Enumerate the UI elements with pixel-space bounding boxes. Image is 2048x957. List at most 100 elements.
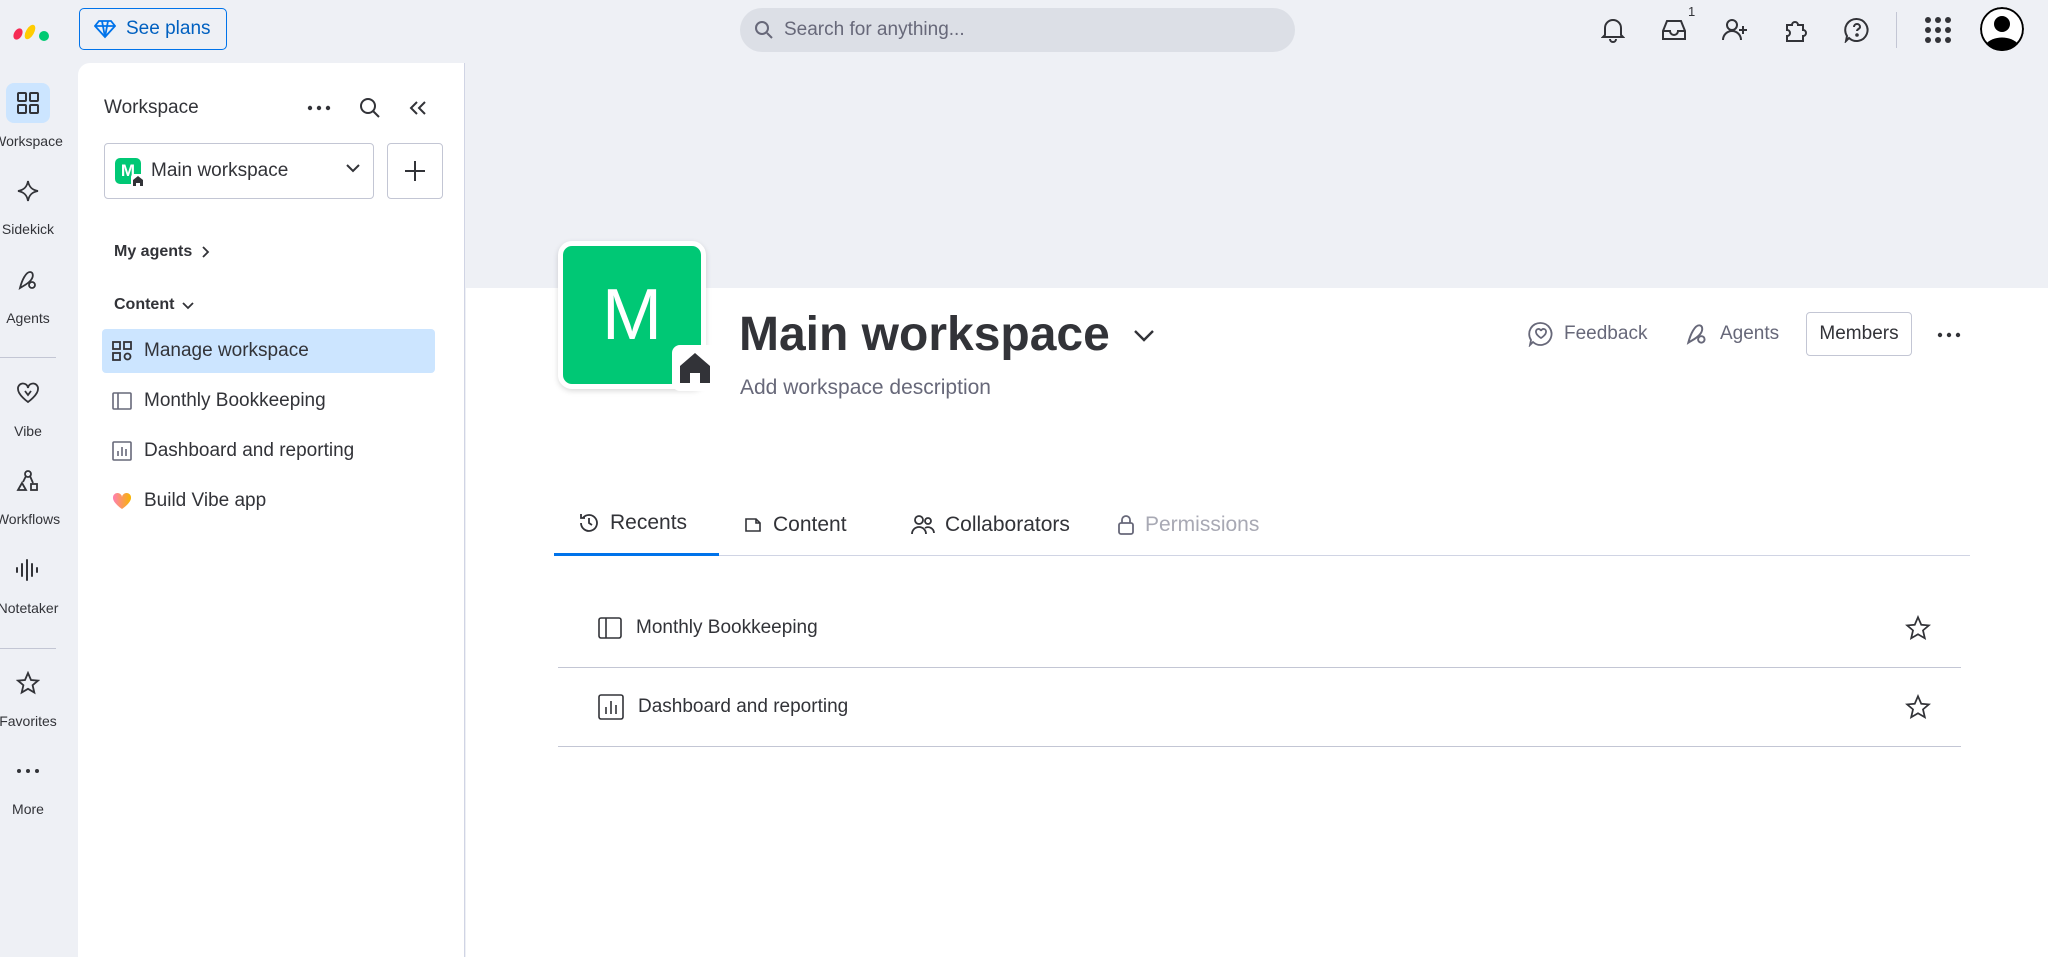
rail-item-vibe[interactable]: Vibe (0, 373, 56, 439)
members-button[interactable]: Members (1806, 312, 1912, 356)
rail-divider (0, 648, 56, 649)
agent-icon (6, 260, 50, 300)
dashboard-icon (598, 694, 624, 720)
sidebar-item-manage-workspace[interactable]: Manage workspace (102, 329, 435, 373)
rail-label: Workflows (0, 511, 61, 527)
search-icon[interactable] (355, 93, 385, 123)
agent-icon (1686, 324, 1706, 345)
tab-permissions[interactable]: Permissions (1093, 493, 1283, 556)
workspace-sidebar: Workspace M Main workspace My agents Con… (78, 63, 465, 957)
workspace-name: Main workspace (151, 160, 289, 181)
recent-item[interactable]: Monthly Bookkeeping (558, 589, 1961, 668)
top-bar: See plans 1 (0, 0, 2048, 63)
grid-icon (6, 83, 50, 123)
rail-item-notetaker[interactable]: Notetaker (0, 550, 58, 616)
manage-icon (112, 341, 132, 361)
home-icon (131, 174, 145, 188)
chevron-right-icon (202, 246, 210, 258)
tab-collaborators[interactable]: Collaborators (887, 493, 1094, 556)
recent-item-label: Monthly Bookkeeping (636, 617, 818, 638)
rail-label: More (12, 801, 44, 817)
rail-label: Sidekick (1, 221, 55, 237)
workspace-description[interactable]: Add workspace description (740, 376, 991, 400)
home-icon (672, 345, 718, 391)
workspace-selector[interactable]: M Main workspace (104, 143, 374, 199)
heart-icon (6, 373, 50, 413)
sparkle-icon (6, 171, 50, 211)
diamond-icon (94, 20, 116, 39)
my-agents-section[interactable]: My agents (114, 243, 210, 261)
waveform-icon (6, 550, 50, 590)
tab-label: Permissions (1145, 512, 1260, 536)
more-options-icon[interactable] (1934, 320, 1964, 350)
workflow-icon (6, 461, 50, 501)
user-avatar[interactable] (1980, 7, 2024, 51)
content-icon (745, 517, 761, 532)
tab-recents[interactable]: Recents (554, 493, 719, 556)
search-input[interactable] (784, 19, 1264, 41)
chevron-down-icon (346, 164, 360, 173)
add-item-button[interactable] (387, 143, 443, 199)
invite-members-icon[interactable] (1717, 12, 1753, 48)
topbar-divider (1896, 12, 1897, 48)
chevron-down-icon (182, 302, 195, 310)
collapse-sidebar-icon[interactable] (403, 93, 433, 123)
tab-label: Collaborators (945, 512, 1070, 536)
sidebar-item-label: Build Vibe app (144, 490, 267, 511)
star-icon[interactable] (1905, 615, 1931, 641)
help-icon[interactable] (1839, 12, 1875, 48)
monday-logo[interactable] (12, 18, 52, 42)
notifications-bell-icon[interactable] (1595, 12, 1631, 48)
collaborators-icon (911, 514, 935, 534)
workspace-avatar-initial: M (602, 275, 662, 355)
recent-item[interactable]: Dashboard and reporting (558, 668, 1961, 747)
see-plans-button[interactable]: See plans (79, 8, 227, 50)
tab-label: Content (773, 512, 847, 536)
lock-icon (1118, 514, 1134, 535)
star-icon (6, 663, 50, 703)
feedback-button[interactable]: Feedback (1528, 312, 1647, 356)
rail-label: Agents (6, 310, 50, 326)
rail-item-agents[interactable]: Agents (0, 260, 56, 326)
rail-item-workspace[interactable]: Workspace (0, 83, 63, 149)
rail-item-more[interactable]: More (0, 751, 56, 817)
rail-label: Favorites (0, 713, 57, 729)
sidebar-item-label: Manage workspace (144, 340, 309, 361)
content-label: Content (114, 296, 175, 313)
rail-label: Workspace (0, 133, 63, 149)
sidebar-item-monthly-bookkeeping[interactable]: Monthly Bookkeeping (102, 379, 435, 423)
sidebar-item-dashboard-and-reporting[interactable]: Dashboard and reporting (102, 429, 435, 473)
content-section[interactable]: Content (114, 296, 195, 314)
rail-item-favorites[interactable]: Favorites (0, 663, 57, 729)
rail-divider (0, 357, 56, 358)
recent-item-label: Dashboard and reporting (638, 696, 849, 717)
workspace-title-text: Main workspace (739, 308, 1110, 361)
agents-button[interactable]: Agents (1684, 312, 1779, 356)
plus-icon (405, 161, 425, 181)
sidebar-item-label: Dashboard and reporting (144, 440, 355, 461)
sidebar-item-build-vibe-app[interactable]: Build Vibe app (102, 479, 435, 523)
integrations-puzzle-icon[interactable] (1778, 12, 1814, 48)
history-icon (580, 514, 598, 532)
search-icon (755, 21, 773, 39)
rail-item-workflows[interactable]: Workflows (0, 461, 60, 527)
tab-label: Recents (610, 511, 688, 534)
rail-label: Vibe (14, 423, 42, 439)
sidebar-item-label: Monthly Bookkeeping (144, 390, 326, 411)
tab-content[interactable]: Content (719, 493, 871, 556)
members-label: Members (1819, 323, 1899, 344)
heart-icon (112, 492, 132, 509)
inbox-icon[interactable] (1656, 12, 1692, 48)
my-agents-label: My agents (114, 243, 193, 260)
dashboard-icon (112, 441, 132, 461)
left-rail: Workspace Sidekick Agents Vibe Workflows… (0, 63, 78, 957)
feedback-icon (1528, 322, 1553, 347)
chevron-down-icon[interactable] (1132, 327, 1156, 343)
global-search[interactable] (740, 8, 1295, 52)
more-options-icon[interactable] (304, 93, 334, 123)
rail-item-sidekick[interactable]: Sidekick (0, 171, 56, 237)
board-icon (112, 392, 132, 410)
apps-grid-icon[interactable] (1920, 12, 1956, 48)
star-icon[interactable] (1905, 694, 1931, 720)
workspace-title[interactable]: Main workspace (739, 307, 1156, 362)
